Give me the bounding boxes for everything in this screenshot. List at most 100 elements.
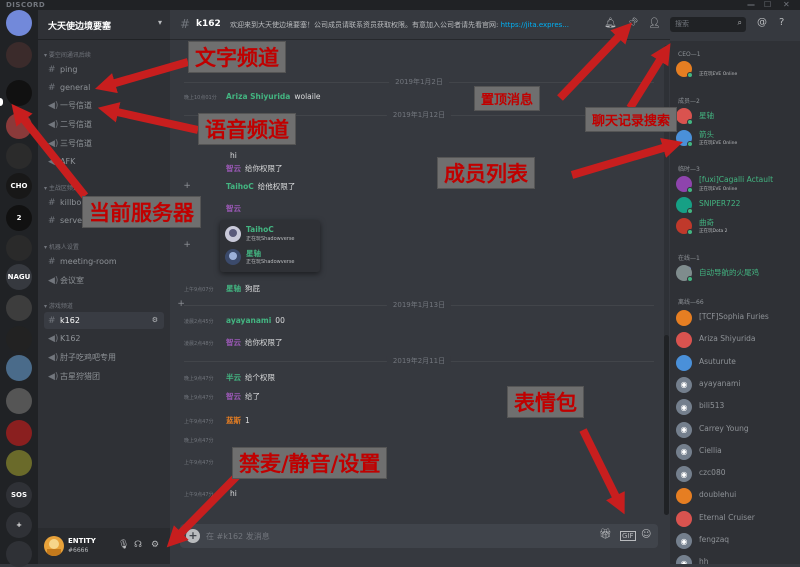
member-item[interactable]: Ariza Shiyurida xyxy=(676,331,798,349)
search-input[interactable]: 搜索 ⌕ xyxy=(670,17,746,32)
message-text: 00 xyxy=(275,316,285,325)
message-input[interactable]: 在 #k162 发消息 xyxy=(206,531,270,542)
member-item[interactable]: 曲奇 正在玩Dota 2 xyxy=(676,217,798,235)
member-item[interactable]: ◉ bili513 xyxy=(676,398,798,416)
member-item[interactable]: 自动导航的火尾鸡BOT xyxy=(676,264,798,282)
channel-ping[interactable]: # ping xyxy=(44,61,164,78)
member-item[interactable]: ◉ ayayanami xyxy=(676,376,798,394)
message-author[interactable]: Ariza Shiyurida xyxy=(226,92,290,101)
server-icon[interactable] xyxy=(6,388,32,414)
message-row[interactable]: 智云 给你权限了 xyxy=(184,163,644,177)
message-author[interactable]: 智云 xyxy=(226,204,241,213)
voice-channel-4[interactable]: ◀) 肘子吃鸡吧专用 xyxy=(44,349,164,366)
explore-icon[interactable] xyxy=(6,541,32,567)
member-item[interactable]: 正在玩EVE Online xyxy=(676,60,798,78)
member-item[interactable]: ◉ Carrey Young xyxy=(676,421,798,439)
message-row[interactable]: 智云 xyxy=(184,203,644,217)
server-icon[interactable] xyxy=(6,326,32,352)
gift-icon[interactable]: 🎁︎ xyxy=(599,529,612,540)
avatar[interactable] xyxy=(44,536,64,556)
member-item[interactable]: ◉ hh xyxy=(676,554,798,564)
message-author[interactable]: TaihoC xyxy=(226,182,254,191)
bell-icon[interactable]: 🔔︎ xyxy=(604,18,617,29)
server-icon[interactable]: SOS xyxy=(6,482,32,508)
member-item[interactable]: ◉ fengzaq xyxy=(676,532,798,550)
gear-icon[interactable]: ⚙ xyxy=(151,540,159,550)
invite-gear-icon[interactable]: ⚙ xyxy=(152,312,158,329)
message-author[interactable]: 智云 xyxy=(226,164,241,173)
server-icon[interactable] xyxy=(6,113,32,139)
member-item[interactable]: Asuturute xyxy=(676,354,798,372)
annotation-chat-search: 聊天记录搜索 xyxy=(585,107,678,132)
mention-icon[interactable]: @ xyxy=(757,17,767,28)
message-row[interactable]: 凌晨2点48分 智云 给你权限了 xyxy=(184,337,644,351)
topic-link[interactable]: https://jita.expres... xyxy=(501,21,569,29)
voice-channel-K162[interactable]: ◀) K162 xyxy=(44,330,164,347)
message-composer[interactable]: + 在 #k162 发消息 🎁︎ GIF ☺ xyxy=(180,524,658,548)
member-item[interactable]: SNIPER722 xyxy=(676,196,798,214)
server-icon[interactable] xyxy=(6,355,32,381)
pin-icon[interactable]: 📌︎ xyxy=(626,18,639,29)
member-item[interactable]: 星轴 xyxy=(676,107,798,125)
member-item[interactable]: [TCF]Sophia Furies xyxy=(676,309,798,327)
server-icon[interactable] xyxy=(6,80,32,106)
server-icon[interactable]: NAGU xyxy=(6,264,32,290)
close-button[interactable]: ✕ xyxy=(783,0,790,10)
server-icon[interactable]: CHO xyxy=(6,173,32,199)
server-icon[interactable] xyxy=(6,143,32,169)
member-item[interactable]: 箭头 正在玩EVE Online xyxy=(676,129,798,147)
voice-channel-3[interactable]: ◀) 三号信道 xyxy=(44,135,164,152)
scrollbar-thumb[interactable] xyxy=(664,335,669,515)
message-row[interactable]: 上午9点47分 hi xyxy=(184,489,644,503)
message-author[interactable]: ayayanami xyxy=(226,316,271,325)
add-server-icon[interactable]: + xyxy=(6,512,32,538)
server-icon[interactable] xyxy=(6,450,32,476)
emoji-icon[interactable]: ☺ xyxy=(641,529,651,540)
category-text[interactable]: ▾ 要空间通讯后续+ xyxy=(44,48,203,59)
message-author[interactable]: 蓝斯 xyxy=(226,416,241,425)
voice-channel-2[interactable]: ◀) 二号信道 xyxy=(44,116,164,133)
minimize-button[interactable]: — xyxy=(747,0,755,10)
member-name: Asuturute xyxy=(699,356,736,366)
member-item[interactable]: ◉ czc080 xyxy=(676,465,798,483)
mic-icon[interactable]: 🎙︎ xyxy=(118,540,129,550)
category-bot[interactable]: ▾ 机器人设置 + xyxy=(44,240,191,251)
category-game[interactable]: ▾ 游戏频道 + xyxy=(44,299,185,310)
message-row[interactable]: 晚上10点01分 Ariza Shiyurida wolaile xyxy=(184,92,644,106)
member-item[interactable]: ◉ Ciellia xyxy=(676,443,798,461)
message-row[interactable]: 凌晨2点45分 ayayanami 00 xyxy=(184,316,644,330)
voice-channel-afk[interactable]: ◀) AFK xyxy=(44,153,164,170)
gif-icon[interactable]: GIF xyxy=(620,531,636,541)
message-row[interactable]: 晚上9点47分 半云 给个权限 xyxy=(184,372,644,386)
headphones-icon[interactable]: ☊ xyxy=(134,540,142,550)
member-item[interactable]: Eternal Cruiser xyxy=(676,510,798,528)
server-icon[interactable]: 2 xyxy=(6,205,32,231)
server-icon[interactable] xyxy=(6,235,32,261)
message-author[interactable]: 星轴 xyxy=(226,284,241,293)
channel-general[interactable]: # general xyxy=(44,79,164,96)
member-item[interactable]: doublehui xyxy=(676,487,798,505)
member-item[interactable]: [fuxi]Cagalli Actault 正在玩EVE Online xyxy=(676,175,798,193)
server-icon[interactable] xyxy=(6,42,32,68)
server-header[interactable]: 大天使边境要塞 ▾ xyxy=(38,10,170,40)
message-author[interactable]: 智云 xyxy=(226,338,241,347)
server-icon[interactable] xyxy=(6,295,32,321)
category-voice[interactable]: ▾ 主战区频道 + xyxy=(44,181,191,192)
voice-channel-1[interactable]: ◀) 一号信道 xyxy=(44,97,164,114)
channel-k162[interactable]: # k162 ⚙ xyxy=(44,312,164,329)
members-icon[interactable]: 👤︎ xyxy=(648,18,661,29)
maximize-button[interactable]: ☐ xyxy=(764,0,771,10)
avatar: ◉ xyxy=(676,443,692,460)
voice-channel-5[interactable]: ◀) 古星狩猎团 xyxy=(44,368,164,385)
message-author[interactable]: 智云 xyxy=(226,392,241,401)
server-icon[interactable] xyxy=(6,420,32,446)
channel-meeting-room[interactable]: # meeting-room xyxy=(44,253,164,270)
message-author[interactable]: 半云 xyxy=(226,373,241,382)
message-row[interactable]: 上午9点07分 星轴 狗屁 xyxy=(184,283,644,297)
message-row[interactable]: TaihoC 给他权限了 xyxy=(184,181,644,195)
chevron-down-icon[interactable]: ▾ xyxy=(158,18,162,27)
help-icon[interactable]: ? xyxy=(779,17,784,28)
home-icon[interactable] xyxy=(6,10,32,36)
voice-channel-meeting[interactable]: ◀) 会议室 xyxy=(44,272,164,289)
upload-button[interactable]: + xyxy=(186,529,200,543)
